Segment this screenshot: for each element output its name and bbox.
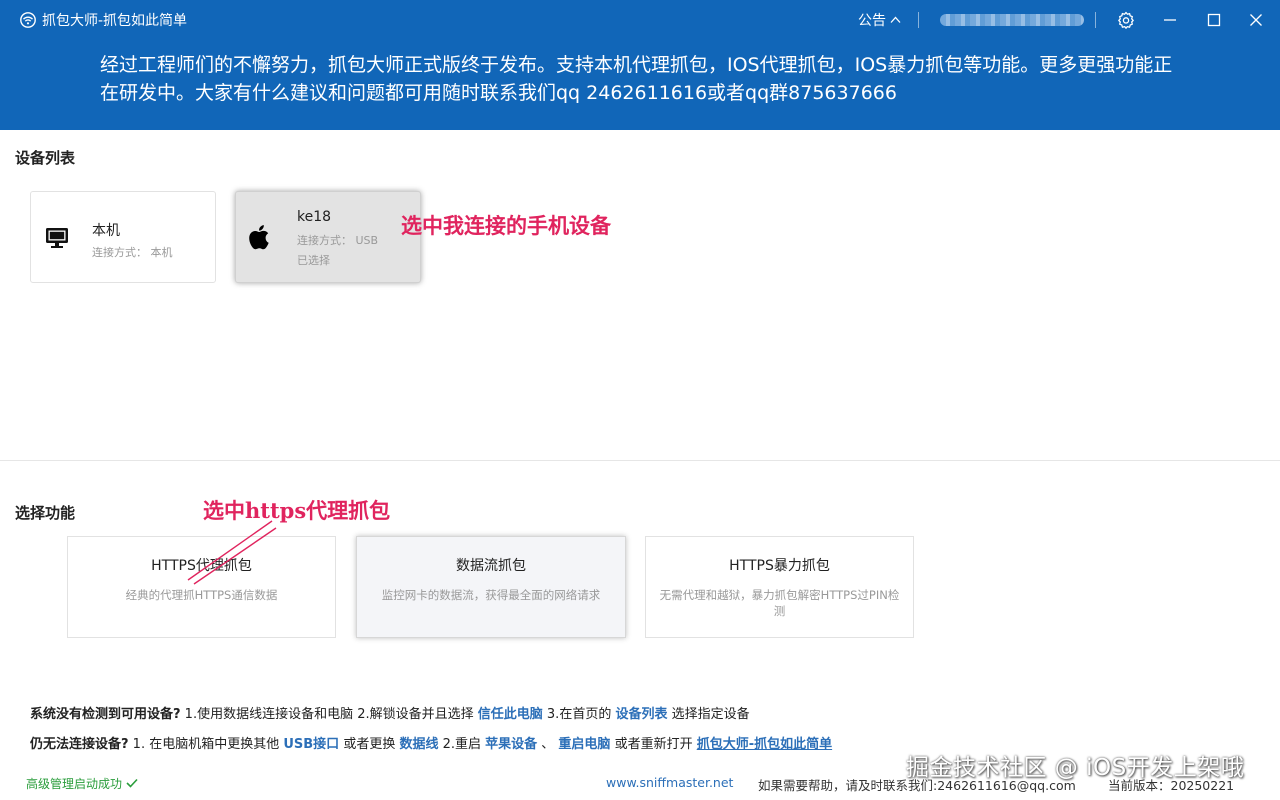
close-button[interactable] — [1236, 0, 1276, 40]
status-text: 高级管理启动成功 — [26, 777, 123, 791]
minimize-button[interactable] — [1150, 0, 1190, 40]
device-connection: 连接方式： USB — [297, 234, 379, 247]
close-icon — [1250, 14, 1262, 26]
function-title: HTTPS暴力抓包 — [729, 558, 830, 574]
help-text: 选择指定设备 — [667, 707, 750, 722]
announcement-banner: 经过工程师们的不懈努力，抓包大师正式版终于发布。支持本机代理抓包，IOS代理抓包… — [0, 40, 1280, 130]
wifi-logo-icon — [20, 12, 36, 28]
help-question: 仍无法连接设备? — [30, 737, 129, 752]
notice-label: 公告 — [858, 13, 886, 29]
title-bar: 抓包大师-抓包如此简单 公告 — [0, 0, 1280, 40]
help-text: 或者重新打开 — [610, 737, 697, 752]
help-text: 或者更换 — [339, 737, 400, 752]
checkmark-icon — [126, 778, 138, 788]
help-text: 、 — [537, 737, 559, 752]
website-link[interactable]: www.sniffmaster.net — [606, 775, 733, 790]
device-name: 本机 — [92, 223, 120, 239]
function-title: 数据流抓包 — [456, 558, 526, 574]
help-text: 1.使用数据线连接设备和电脑 2.解锁设备并且选择 — [180, 707, 478, 722]
device-connection: 连接方式： 本机 — [92, 246, 173, 259]
trust-computer-link[interactable]: 信任此电脑 — [478, 707, 543, 722]
annotation-select-device: 选中我连接的手机设备 — [401, 213, 611, 238]
maximize-button[interactable] — [1194, 0, 1234, 40]
function-section-title: 选择功能 — [15, 504, 76, 522]
device-list-link[interactable]: 设备列表 — [615, 707, 667, 722]
function-description: 监控网卡的数据流，获得最全面的网络请求 — [381, 588, 601, 602]
titlebar-separator — [918, 12, 919, 28]
data-cable-link[interactable]: 数据线 — [399, 737, 438, 752]
titlebar-separator — [1095, 12, 1096, 28]
help-question: 系统没有检测到可用设备? — [30, 707, 181, 722]
settings-button[interactable] — [1106, 0, 1146, 40]
usb-port-link[interactable]: USB接口 — [283, 737, 339, 752]
app-title-text: 抓包大师-抓包如此简单 — [42, 13, 188, 29]
chevron-up-icon — [890, 14, 901, 27]
maximize-icon — [1207, 13, 1221, 27]
watermark-text: 掘金技术社区 @ iOS开发上架哦 — [906, 755, 1245, 781]
help-text: 2.重启 — [438, 737, 486, 752]
function-card-data-flow[interactable]: 数据流抓包 监控网卡的数据流，获得最全面的网络请求 — [356, 536, 626, 638]
help-text: 3.在首页的 — [542, 707, 616, 722]
device-card-local[interactable]: 本机 连接方式： 本机 — [30, 191, 216, 283]
announcement-text: 经过工程师们的不懈努力，抓包大师正式版终于发布。支持本机代理抓包，IOS代理抓包… — [100, 54, 1173, 104]
device-selected-status: 已选择 — [297, 254, 330, 267]
minimize-icon — [1164, 19, 1176, 21]
help-text: 1. 在电脑机箱中更换其他 — [128, 737, 284, 752]
reopen-app-link[interactable]: 抓包大师-抓包如此简单 — [697, 737, 832, 752]
notice-button[interactable]: 公告 — [858, 0, 901, 40]
status-success: 高级管理启动成功 — [26, 775, 138, 792]
help-line-no-device: 系统没有检测到可用设备? 1.使用数据线连接设备和电脑 2.解锁设备并且选择 信… — [30, 703, 750, 722]
device-card-ke18[interactable]: ke18 连接方式： USB 已选择 — [235, 191, 421, 283]
gear-icon — [1118, 11, 1134, 29]
apple-icon — [249, 225, 269, 250]
account-name-masked[interactable] — [940, 14, 1084, 26]
function-description: 经典的代理抓HTTPS通信数据 — [125, 588, 278, 602]
device-list-title: 设备列表 — [15, 149, 76, 167]
function-description: 无需代理和越狱，暴力抓包解密HTTPS过PIN检测 — [659, 588, 900, 618]
monitor-icon — [46, 228, 68, 248]
device-name: ke18 — [297, 209, 332, 225]
annotation-arrow — [187, 520, 277, 585]
function-card-https-brute[interactable]: HTTPS暴力抓包 无需代理和越狱，暴力抓包解密HTTPS过PIN检测 — [645, 536, 914, 638]
restart-computer-link[interactable]: 重启电脑 — [558, 737, 610, 752]
help-line-cannot-connect: 仍无法连接设备? 1. 在电脑机箱中更换其他 USB接口 或者更换 数据线 2.… — [30, 733, 832, 752]
section-divider — [0, 460, 1280, 461]
app-title: 抓包大师-抓包如此简单 — [20, 0, 187, 40]
restart-apple-device-link[interactable]: 苹果设备 — [485, 737, 537, 752]
